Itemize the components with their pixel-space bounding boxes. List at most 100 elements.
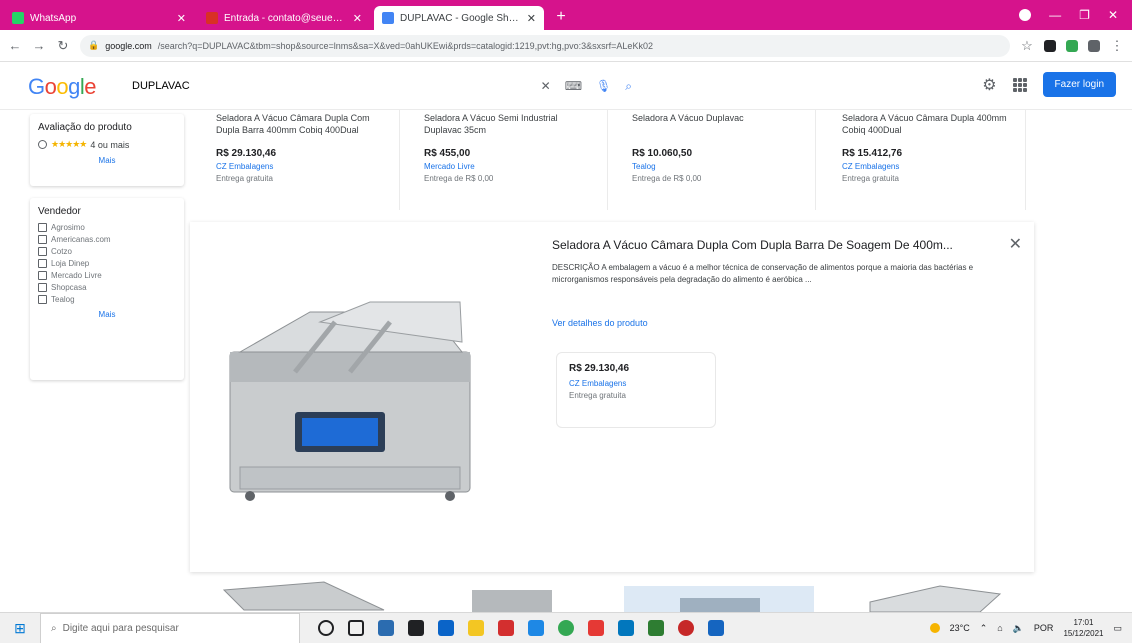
seller-option[interactable]: Tealog xyxy=(38,295,176,304)
product-store[interactable]: CZ Embalagens xyxy=(216,162,387,171)
checkbox-icon[interactable] xyxy=(38,283,47,292)
language-indicator[interactable]: POR xyxy=(1034,623,1054,633)
search-icon[interactable]: ⌕ xyxy=(625,79,632,94)
tab-email[interactable]: Entrada - contato@seuemail.com ✕ xyxy=(198,6,370,30)
apps-grid-icon[interactable] xyxy=(1012,77,1027,92)
forward-icon[interactable]: → xyxy=(32,38,46,53)
seller-option[interactable]: Americanas.com xyxy=(38,235,176,244)
product-thumbnail[interactable] xyxy=(412,580,608,612)
tab-google-shopping[interactable]: DUPLAVAC - Google Shopping ✕ xyxy=(374,6,544,30)
minimize-icon[interactable]: — xyxy=(1049,8,1061,22)
product-title[interactable]: Seladora A Vácuo Duplavac xyxy=(632,112,803,138)
close-detail-icon[interactable]: ✕ xyxy=(1009,234,1022,254)
back-icon[interactable]: ← xyxy=(8,38,22,53)
product-details-link[interactable]: Ver detalhes do produto xyxy=(552,318,648,328)
weather-icon[interactable] xyxy=(929,623,940,633)
product-image xyxy=(624,586,814,612)
store-app-icon[interactable] xyxy=(408,620,424,636)
signin-button[interactable]: Fazer login xyxy=(1042,72,1116,97)
keyboard-icon[interactable]: ⌨ xyxy=(565,79,582,94)
checkbox-icon[interactable] xyxy=(38,247,47,256)
product-title[interactable]: Seladora A Vácuo Câmara Dupla 400mm Cobi… xyxy=(842,112,1013,138)
close-tab-icon[interactable]: ✕ xyxy=(527,12,536,25)
checkbox-icon[interactable] xyxy=(38,295,47,304)
search-input[interactable] xyxy=(132,80,462,92)
app-icon[interactable] xyxy=(648,620,664,636)
app-icon[interactable] xyxy=(708,620,724,636)
menu-dots-icon[interactable]: ⋮ xyxy=(1110,38,1124,54)
reload-icon[interactable]: ↻ xyxy=(56,38,70,54)
extension-icon[interactable] xyxy=(1066,39,1078,52)
calculator-app-icon[interactable] xyxy=(378,620,394,636)
seller-option[interactable]: Agrosimo xyxy=(38,223,176,232)
taskbar-search[interactable]: ⌕ Digite aqui para pesquisar xyxy=(40,612,300,643)
offer-card[interactable]: R$ 29.130,46 CZ Embalagens Entrega gratu… xyxy=(556,352,716,428)
tab-title: WhatsApp xyxy=(30,12,77,24)
app-icon[interactable] xyxy=(588,620,604,636)
url-host: google.com xyxy=(105,40,152,51)
checkbox-icon[interactable] xyxy=(38,259,47,268)
product-image[interactable] xyxy=(200,262,500,512)
seller-more-link[interactable]: Mais xyxy=(38,310,176,319)
new-tab-button[interactable]: + xyxy=(550,6,572,28)
product-thumbnail[interactable] xyxy=(204,580,400,612)
clock[interactable]: 17:01 15/12/2021 xyxy=(1063,617,1103,639)
product-card[interactable]: Seladora A Vácuo Câmara Dupla Com Dupla … xyxy=(204,110,400,210)
offer-store[interactable]: CZ Embalagens xyxy=(569,379,703,388)
product-store[interactable]: CZ Embalagens xyxy=(842,162,1013,171)
address-bar[interactable]: 🔒 google.com/search?q=DUPLAVAC&tbm=shop&… xyxy=(80,34,1010,57)
seller-label: Tealog xyxy=(51,295,75,304)
rating-option[interactable]: ★★★★★ 4 ou mais xyxy=(38,139,176,150)
rating-more-link[interactable]: Mais xyxy=(38,156,176,165)
seller-option[interactable]: Loja Dinep xyxy=(38,259,176,268)
seller-option[interactable]: Shopcasa xyxy=(38,283,176,292)
seller-option[interactable]: Mercado Livre xyxy=(38,271,176,280)
network-icon[interactable]: ⌂ xyxy=(997,623,1002,633)
product-card[interactable]: Seladora A Vácuo Câmara Dupla 400mm Cobi… xyxy=(830,110,1026,210)
close-tab-icon[interactable]: ✕ xyxy=(177,12,186,25)
google-logo[interactable]: Google xyxy=(28,74,97,100)
tab-whatsapp[interactable]: WhatsApp ✕ xyxy=(4,6,194,30)
checkbox-icon[interactable] xyxy=(38,271,47,280)
product-store[interactable]: Tealog xyxy=(632,162,803,171)
detail-title[interactable]: Seladora A Vácuo Câmara Dupla Com Dupla … xyxy=(552,238,992,252)
bookmark-star-icon[interactable]: ☆ xyxy=(1020,38,1034,54)
maximize-icon[interactable]: ❐ xyxy=(1079,8,1090,22)
outlook-app-icon[interactable] xyxy=(438,620,454,636)
weather-temp[interactable]: 23°C xyxy=(950,623,970,633)
explorer-app-icon[interactable] xyxy=(468,620,484,636)
product-thumbnail[interactable] xyxy=(620,580,816,612)
checkbox-icon[interactable] xyxy=(38,223,47,232)
close-window-icon[interactable]: ✕ xyxy=(1108,8,1118,22)
product-card[interactable]: Seladora A Vácuo Semi Industrial Duplava… xyxy=(412,110,608,210)
extension-icon[interactable] xyxy=(1044,39,1056,52)
app-icon[interactable] xyxy=(618,620,634,636)
checkbox-icon[interactable] xyxy=(38,235,47,244)
product-title[interactable]: Seladora A Vácuo Câmara Dupla Com Dupla … xyxy=(216,112,387,138)
volume-icon[interactable]: 🔈 xyxy=(1013,623,1024,634)
task-view-icon[interactable] xyxy=(348,620,364,636)
tray-chevron-icon[interactable]: ⌃ xyxy=(980,623,988,634)
seller-label: Loja Dinep xyxy=(51,259,90,268)
windows-start-icon[interactable]: ⊞ xyxy=(0,620,40,637)
product-title[interactable]: Seladora A Vácuo Semi Industrial Duplava… xyxy=(424,112,595,138)
lock-icon: 🔒 xyxy=(88,40,100,50)
product-thumbnail[interactable] xyxy=(830,580,1026,612)
acrobat-app-icon[interactable] xyxy=(498,620,514,636)
chrome-app-icon[interactable] xyxy=(558,620,574,636)
settings-gear-icon[interactable]: ⚙ xyxy=(982,75,996,95)
cortana-icon[interactable] xyxy=(318,620,334,636)
extension-icon[interactable] xyxy=(1088,39,1100,52)
photos-app-icon[interactable] xyxy=(528,620,544,636)
clear-search-icon[interactable]: ✕ xyxy=(541,79,551,94)
product-store[interactable]: Mercado Livre xyxy=(424,162,595,171)
profile-icon[interactable] xyxy=(1019,9,1032,21)
clock-time: 17:01 xyxy=(1073,618,1094,627)
app-icon[interactable] xyxy=(678,620,694,636)
notifications-icon[interactable]: ▭ xyxy=(1113,623,1122,634)
close-tab-icon[interactable]: ✕ xyxy=(353,12,362,25)
product-card[interactable]: Seladora A Vácuo Duplavac R$ 10.060,50 T… xyxy=(620,110,816,210)
seller-option[interactable]: Cotzo xyxy=(38,247,176,256)
voice-search-icon[interactable]: 🎙 xyxy=(596,79,611,94)
radio-icon[interactable] xyxy=(38,140,47,149)
